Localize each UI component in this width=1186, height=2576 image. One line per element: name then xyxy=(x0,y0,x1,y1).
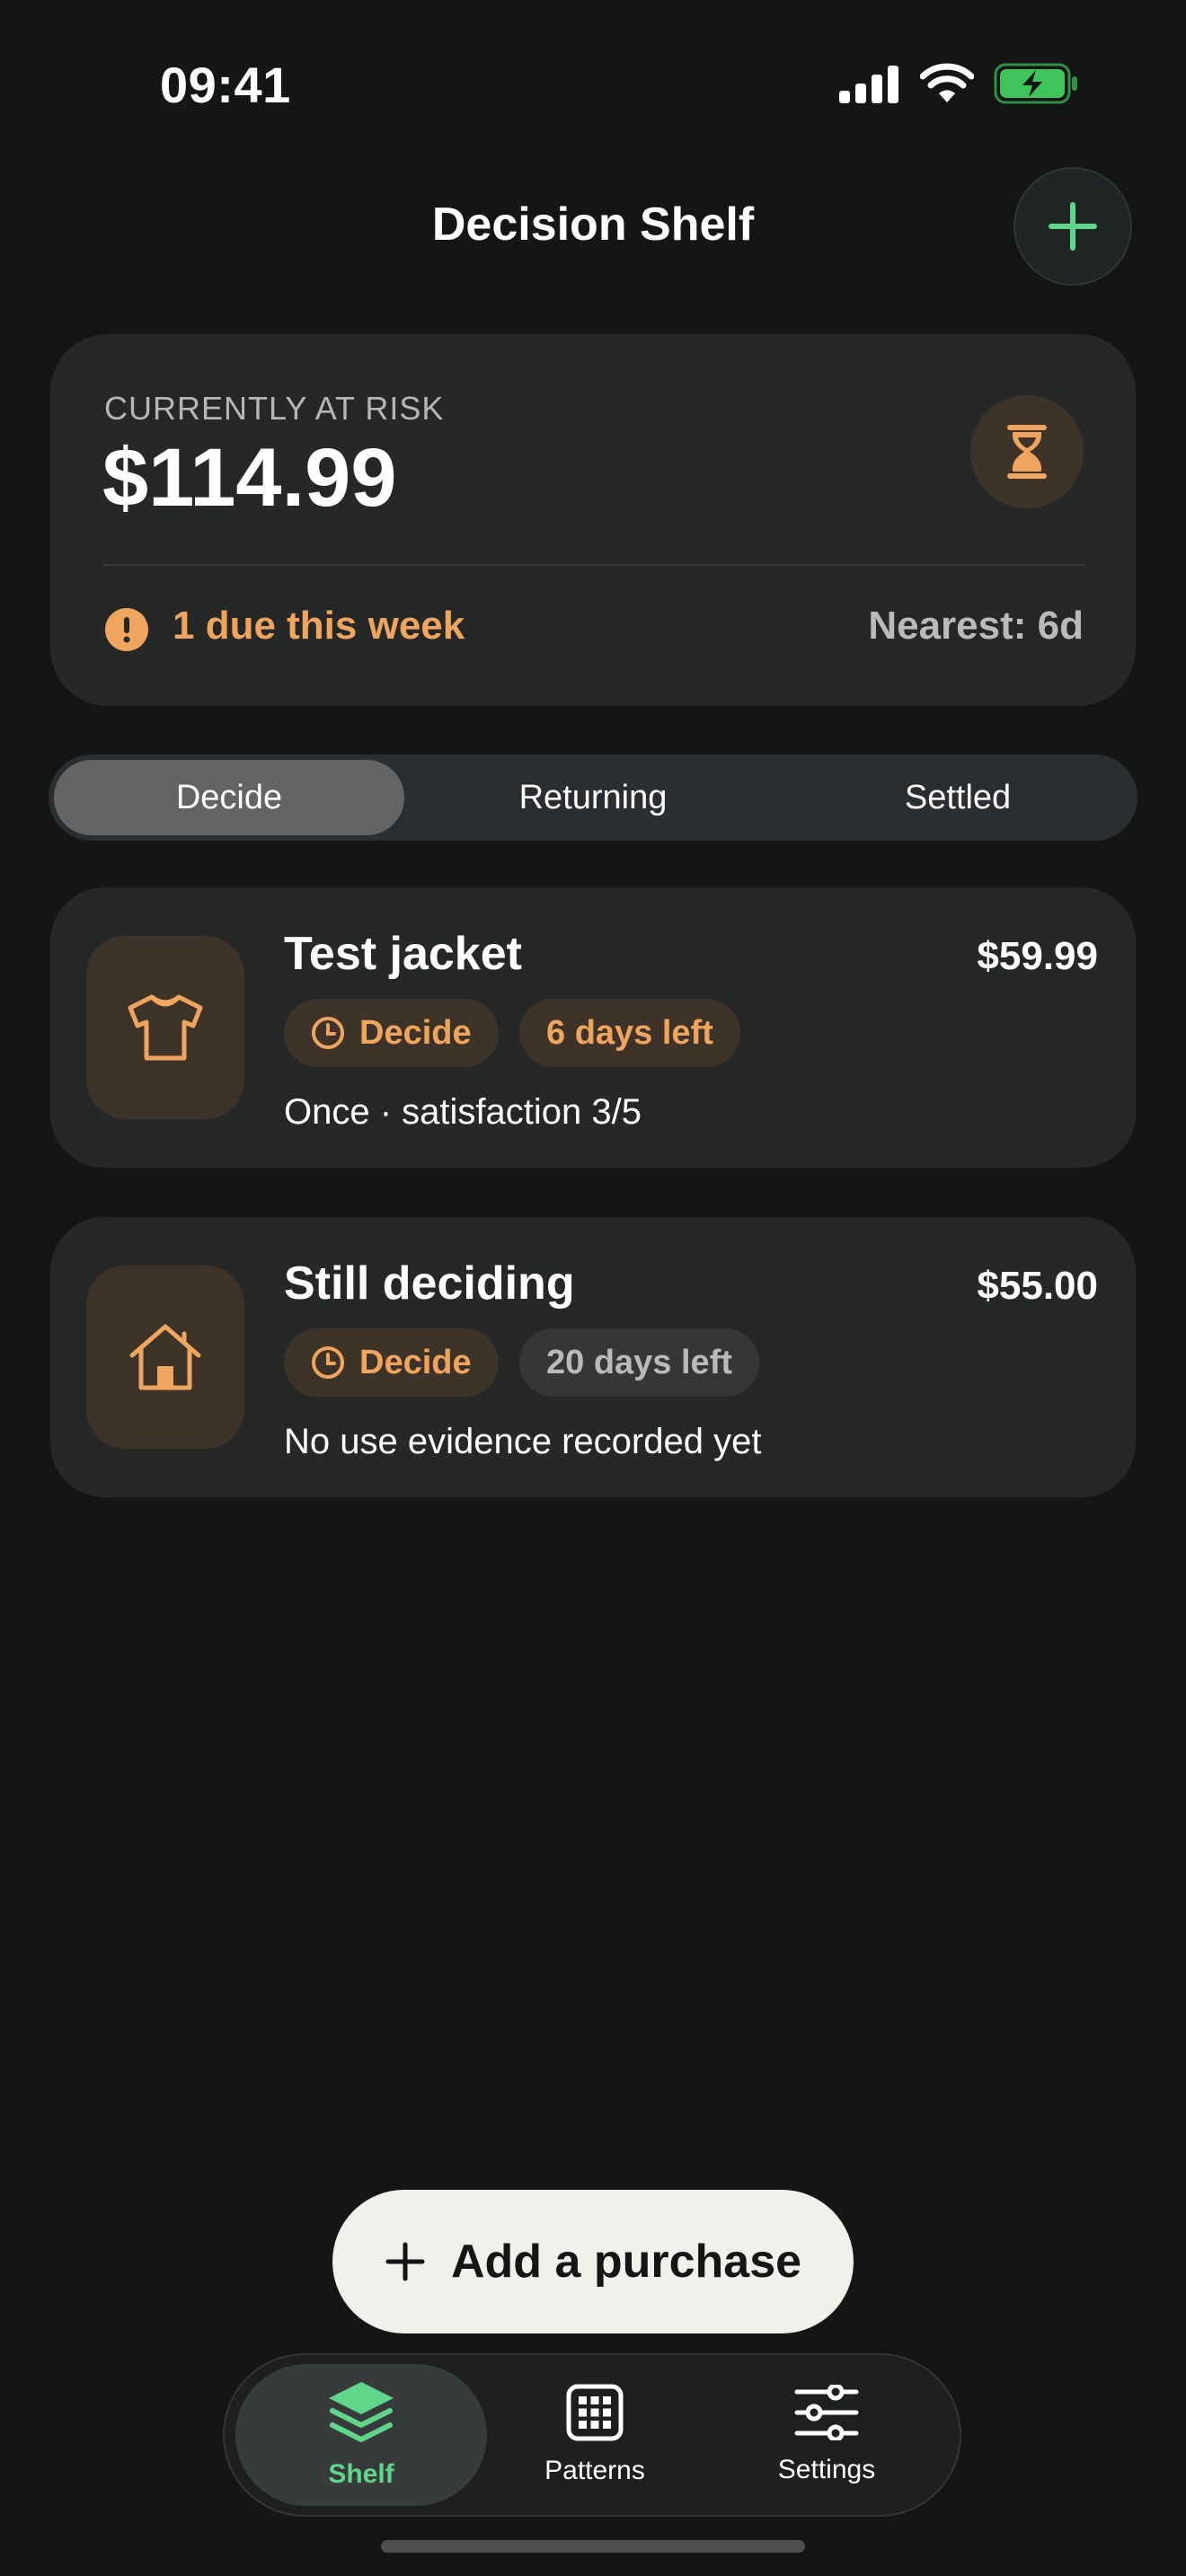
nearest-due-text: Nearest: 6d xyxy=(868,604,1084,648)
add-item-button[interactable] xyxy=(1013,167,1132,286)
alert-circle-icon xyxy=(105,608,148,651)
status-chip: Decide xyxy=(284,1328,499,1397)
item-note: Once · satisfaction 3/5 xyxy=(284,1092,642,1132)
tab-settings-label: Settings xyxy=(777,2455,876,2484)
status-time: 09:41 xyxy=(160,57,291,113)
tab-patterns-label: Patterns xyxy=(544,2456,645,2485)
status-chip: Decide xyxy=(284,999,499,1067)
purchase-card[interactable]: Still deciding $55.00 Decide 20 days lef… xyxy=(50,1217,1136,1497)
risk-summary-card: CURRENTLY AT RISK $114.99 1 due this wee… xyxy=(50,334,1136,706)
grid-icon xyxy=(566,2384,624,2441)
layers-icon xyxy=(329,2382,394,2442)
segment-returning[interactable]: Returning xyxy=(417,760,769,835)
item-thumbnail xyxy=(86,1266,244,1449)
add-purchase-label: Add a purchase xyxy=(450,2236,802,2288)
add-purchase-button[interactable]: Add a purchase xyxy=(332,2190,854,2333)
cellular-signal-icon xyxy=(839,66,898,103)
status-chip-label: Decide xyxy=(359,1343,472,1381)
risk-amount: $114.99 xyxy=(102,432,397,524)
days-left-chip: 6 days left xyxy=(519,999,740,1067)
home-icon xyxy=(129,1324,201,1390)
page-title: Decision Shelf xyxy=(431,198,755,251)
purchase-card[interactable]: Test jacket $59.99 Decide 6 days left On… xyxy=(50,887,1136,1168)
plus-icon xyxy=(1049,202,1097,251)
clock-icon xyxy=(312,1017,344,1049)
status-segmented-control: Decide Returning Settled xyxy=(49,754,1137,841)
days-left-chip: 20 days left xyxy=(519,1328,759,1397)
risk-label: CURRENTLY AT RISK xyxy=(104,390,445,427)
clock-icon xyxy=(312,1346,344,1379)
item-thumbnail xyxy=(86,936,244,1119)
home-indicator[interactable] xyxy=(381,2540,805,2553)
plus-icon xyxy=(385,2242,425,2281)
tab-settings[interactable]: Settings xyxy=(701,2364,952,2506)
status-icons xyxy=(839,63,1080,104)
item-title: Test jacket xyxy=(284,928,522,980)
hourglass-icon xyxy=(1007,425,1047,479)
tab-shelf-label: Shelf xyxy=(328,2459,394,2489)
segment-settled[interactable]: Settled xyxy=(782,760,1134,835)
item-price: $59.99 xyxy=(977,934,1098,978)
status-chip-label: Decide xyxy=(359,1013,472,1052)
tab-patterns[interactable]: Patterns xyxy=(469,2364,721,2506)
wifi-icon xyxy=(920,63,974,102)
shirt-icon xyxy=(128,994,203,1061)
divider xyxy=(102,564,1085,566)
tab-shelf[interactable]: Shelf xyxy=(235,2364,487,2506)
item-note: No use evidence recorded yet xyxy=(284,1422,762,1461)
item-title: Still deciding xyxy=(284,1257,575,1310)
due-this-week-text: 1 due this week xyxy=(173,604,465,648)
segment-decide[interactable]: Decide xyxy=(54,760,404,835)
battery-charging-icon xyxy=(994,63,1077,104)
hourglass-badge xyxy=(970,395,1084,508)
sliders-icon xyxy=(794,2385,859,2440)
tab-bar: Shelf Patterns Settings xyxy=(223,2353,961,2517)
item-price: $55.00 xyxy=(977,1264,1098,1308)
